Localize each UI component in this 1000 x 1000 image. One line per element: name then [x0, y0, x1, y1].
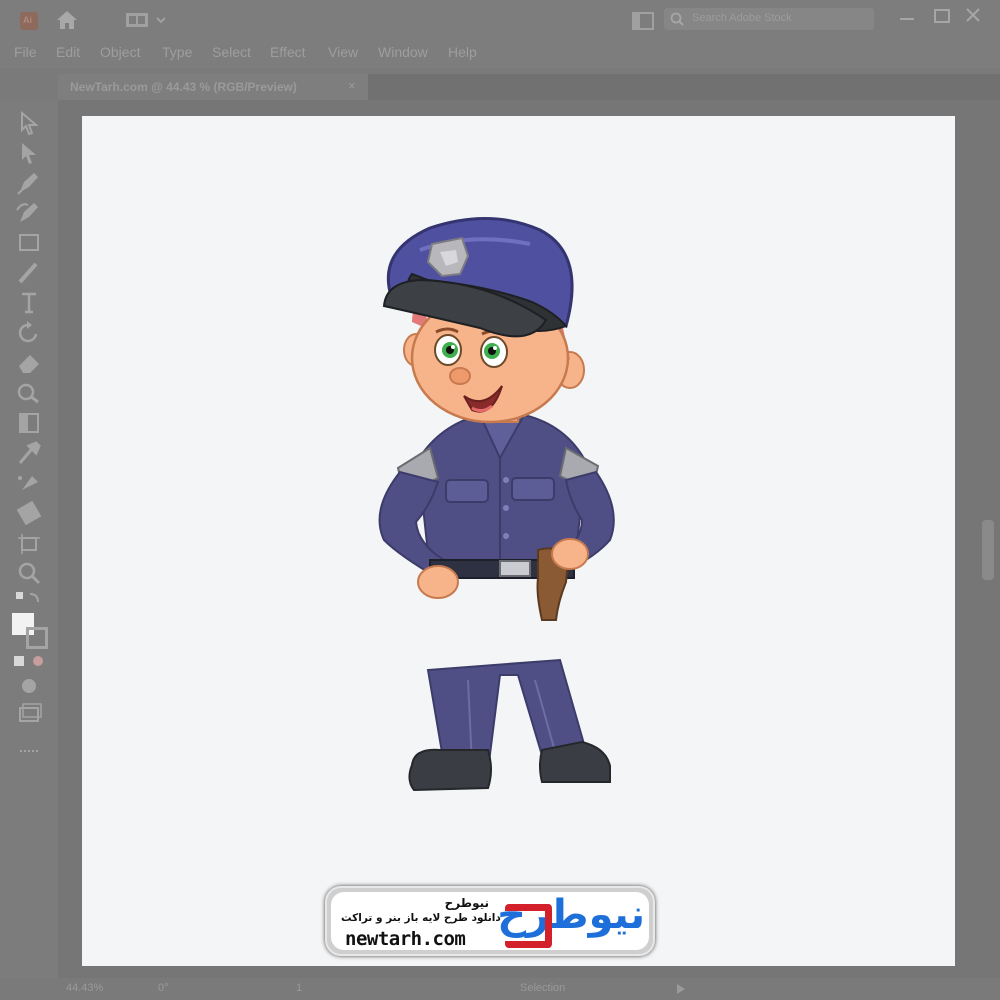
- pen-tool-icon[interactable]: [14, 170, 44, 196]
- color-mode-icon[interactable]: [14, 648, 44, 674]
- menu-view[interactable]: View: [328, 44, 358, 60]
- workspace-switcher-icon[interactable]: [126, 12, 170, 28]
- menu-effect[interactable]: Effect: [270, 44, 306, 60]
- document-tab-bar: NewTarh.com @ 44.43 % (RGB/Preview) ×: [58, 74, 1000, 100]
- arrange-documents-icon[interactable]: [632, 12, 654, 30]
- more-tools-button[interactable]: [20, 750, 38, 754]
- title-bar: Ai Search Adobe Stock: [0, 0, 1000, 38]
- artboard-number[interactable]: 1: [296, 982, 302, 994]
- selection-tool-icon[interactable]: [14, 110, 44, 136]
- menu-select[interactable]: Select: [212, 44, 251, 60]
- draw-mode-icon[interactable]: [14, 674, 44, 700]
- rectangle-tool-icon[interactable]: [14, 230, 44, 256]
- eyedropper-tool-icon[interactable]: [14, 440, 44, 466]
- menu-file[interactable]: File: [14, 44, 37, 60]
- swap-colors-icon[interactable]: [14, 588, 44, 614]
- minimize-button[interactable]: [900, 18, 914, 20]
- rotation-value[interactable]: 0°: [158, 982, 169, 994]
- watermark-panel: نیوطرح نیوطرح دانلود طرح لایه باز بنر و …: [331, 892, 649, 950]
- symbol-sprayer-tool-icon[interactable]: [14, 470, 44, 496]
- curvature-tool-icon[interactable]: [14, 200, 44, 226]
- watermark-subtitle: دانلود طرح لایه باز بنر و تراکت: [341, 912, 501, 924]
- graph-tool-icon[interactable]: [14, 500, 44, 526]
- restore-button[interactable]: [934, 9, 950, 23]
- menu-bar: File Edit Object Type Select Effect View…: [0, 38, 1000, 68]
- vertical-scrollbar[interactable]: [982, 520, 994, 580]
- watermark-title: نیوطرح: [444, 896, 489, 910]
- tools-panel: [0, 100, 58, 980]
- home-icon[interactable]: [56, 10, 78, 30]
- artboard[interactable]: [82, 116, 955, 966]
- eraser-tool-icon[interactable]: [14, 350, 44, 376]
- stroke-color-swatch[interactable]: [26, 627, 48, 649]
- status-bar: 44.43% 0° 1 Selection: [0, 978, 1000, 1000]
- zoom-level[interactable]: 44.43%: [66, 982, 103, 994]
- watermark-logo: نیوطرح: [497, 892, 647, 948]
- logo-red-accent: [505, 904, 552, 948]
- document-tab-title: NewTarh.com @ 44.43 % (RGB/Preview): [70, 80, 297, 94]
- status-mode[interactable]: Selection: [520, 982, 565, 994]
- document-tab[interactable]: NewTarh.com @ 44.43 % (RGB/Preview) ×: [58, 74, 368, 100]
- watermark-url: newtarh.com: [345, 928, 466, 950]
- search-icon: [670, 12, 684, 26]
- close-icon[interactable]: ×: [348, 78, 356, 93]
- police-officer-illustration: [378, 216, 615, 792]
- menu-edit[interactable]: Edit: [56, 44, 80, 60]
- free-transform-tool-icon[interactable]: [14, 410, 44, 436]
- app-logo: Ai: [20, 12, 38, 30]
- menu-object[interactable]: Object: [100, 44, 140, 60]
- menu-window[interactable]: Window: [378, 44, 428, 60]
- pencil-tool-icon[interactable]: [14, 260, 44, 286]
- menu-help[interactable]: Help: [448, 44, 477, 60]
- screen-mode-icon[interactable]: [14, 700, 44, 726]
- rotate-tool-icon[interactable]: [14, 320, 44, 346]
- menu-type[interactable]: Type: [162, 44, 192, 60]
- close-window-icon[interactable]: [966, 8, 980, 22]
- newtarh-watermark: نیوطرح نیوطرح دانلود طرح لایه باز بنر و …: [325, 886, 655, 956]
- direct-selection-tool-icon[interactable]: [14, 140, 44, 166]
- artboard-tool-icon[interactable]: [14, 530, 44, 556]
- zoom-tool-icon[interactable]: [14, 560, 44, 586]
- type-tool-icon[interactable]: [14, 290, 44, 316]
- search-field[interactable]: Search Adobe Stock: [664, 8, 874, 30]
- shape-builder-tool-icon[interactable]: [14, 380, 44, 406]
- play-icon[interactable]: [676, 983, 686, 995]
